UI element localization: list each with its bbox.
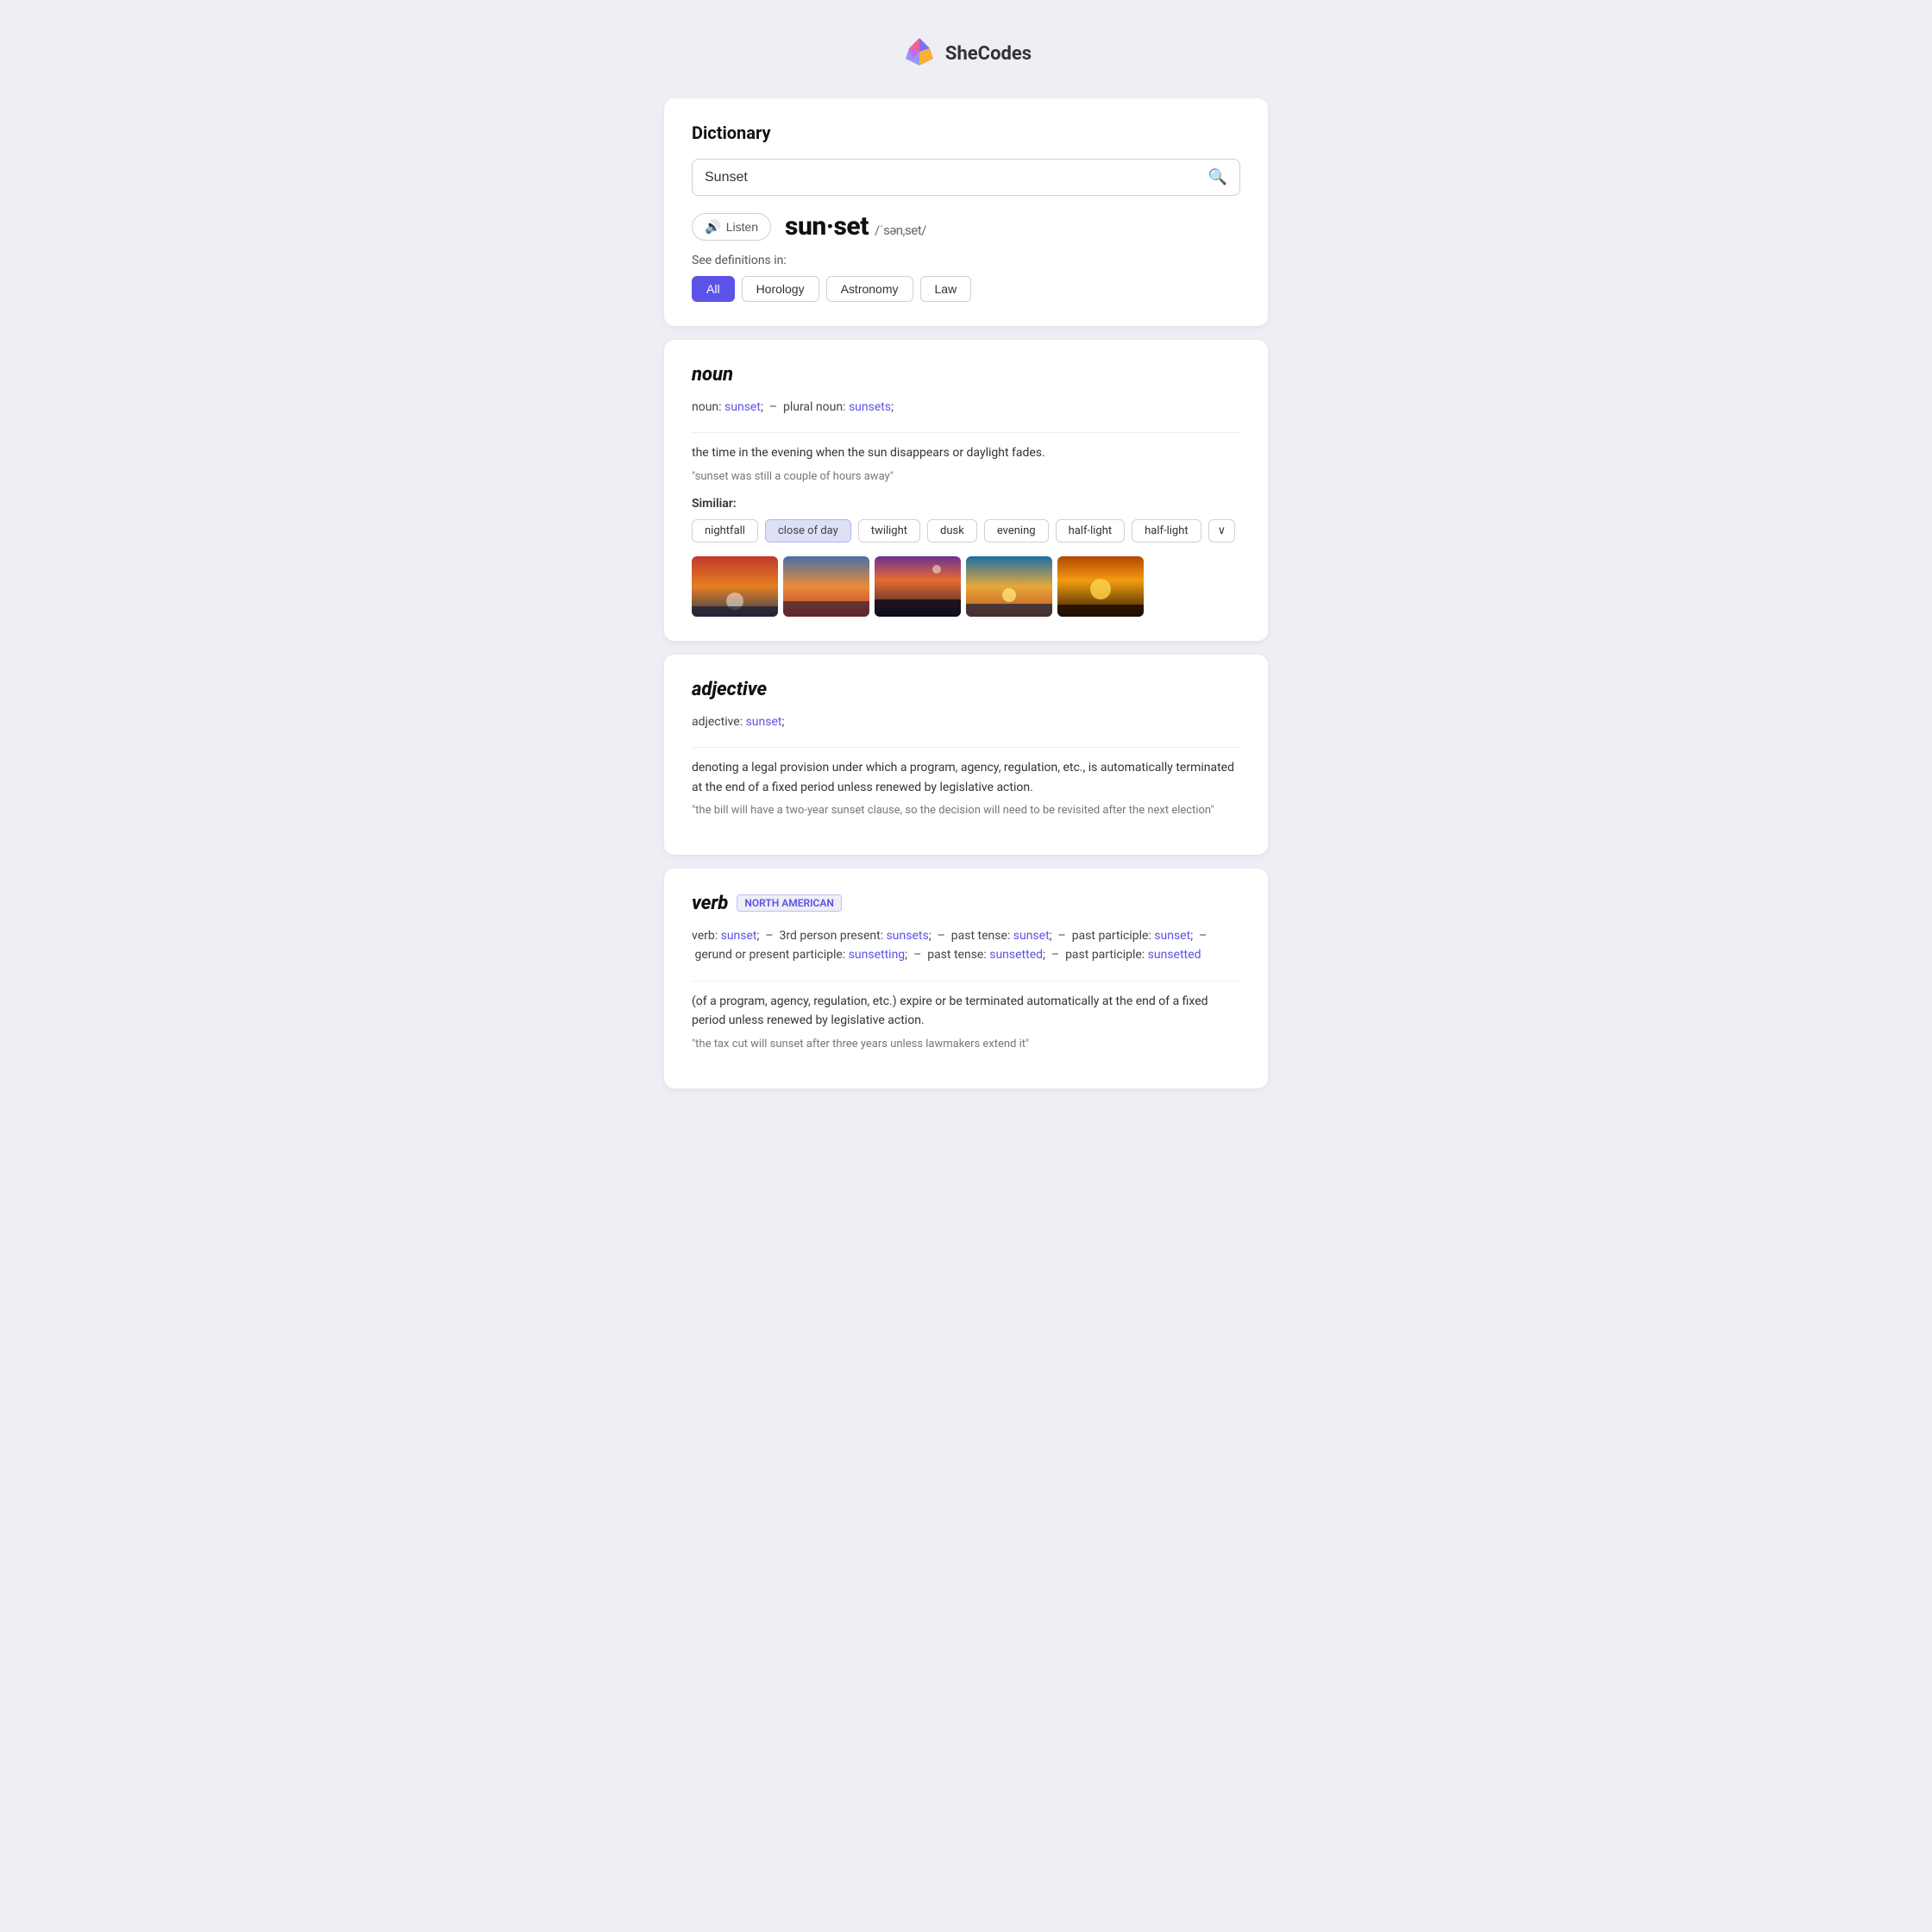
plural-form-link[interactable]: sunsets xyxy=(849,400,891,414)
verb-example: "the tax cut will sunset after three yea… xyxy=(692,1038,1240,1051)
divider-2 xyxy=(692,747,1240,748)
verb-pastpart-link[interactable]: sunset xyxy=(1154,929,1190,943)
noun-example: "sunset was still a couple of hours away… xyxy=(692,470,1240,483)
noun-pos: noun xyxy=(692,364,1240,386)
filter-law[interactable]: Law xyxy=(920,276,972,302)
filter-buttons: All Horology Astronomy Law xyxy=(692,276,1240,302)
search-input[interactable] xyxy=(705,170,1208,185)
tag-half-light-2[interactable]: half-light xyxy=(1132,519,1201,543)
filter-all[interactable]: All xyxy=(692,276,735,302)
tag-dusk[interactable]: dusk xyxy=(927,519,977,543)
adj-form-link[interactable]: sunset xyxy=(746,715,782,729)
noun-forms: noun: sunset; – plural noun: sunsets; xyxy=(692,398,1240,417)
adj-forms: adjective: sunset; xyxy=(692,712,1240,731)
similiar-tags: nightfall close of day twilight dusk eve… xyxy=(692,519,1240,543)
divider-1 xyxy=(692,432,1240,433)
adj-example: "the bill will have a two-year sunset cl… xyxy=(692,804,1240,817)
tag-more[interactable]: ∨ xyxy=(1208,519,1236,543)
definitions-label: See definitions in: xyxy=(692,254,1240,267)
dictionary-search-card: Dictionary 🔍 🔊 Listen sun·set /ˈsən,set/… xyxy=(664,98,1268,326)
sunset-image-1 xyxy=(692,556,778,617)
noun-form-link[interactable]: sunset xyxy=(724,400,761,414)
sunset-image-3 xyxy=(875,556,961,617)
verb-gerund-link[interactable]: sunsetting xyxy=(849,948,905,962)
sunset-image-2 xyxy=(783,556,869,617)
filter-astronomy[interactable]: Astronomy xyxy=(826,276,913,302)
tag-evening[interactable]: evening xyxy=(984,519,1049,543)
verb-card: verb NORTH AMERICAN verb: sunset; – 3rd … xyxy=(664,869,1268,1088)
similiar-label: Similiar: xyxy=(692,497,1240,511)
verb-form-link[interactable]: sunset xyxy=(721,929,757,943)
verb-past2-link[interactable]: sunsetted xyxy=(989,948,1043,962)
site-header: SheCodes xyxy=(17,34,1915,72)
verb-forms: verb: sunset; – 3rd person present: suns… xyxy=(692,926,1240,965)
north-american-badge: NORTH AMERICAN xyxy=(737,894,842,912)
speaker-icon: 🔊 xyxy=(705,219,721,235)
brand-name: SheCodes xyxy=(945,43,1032,65)
search-icon[interactable]: 🔍 xyxy=(1208,168,1227,186)
shecodes-logo-icon xyxy=(900,34,938,72)
tag-half-light-1[interactable]: half-light xyxy=(1056,519,1126,543)
tag-nightfall[interactable]: nightfall xyxy=(692,519,758,543)
sunset-images xyxy=(692,556,1240,617)
sunset-image-4 xyxy=(966,556,1052,617)
divider-3 xyxy=(692,981,1240,982)
verb-pos: verb xyxy=(692,893,728,914)
tag-twilight[interactable]: twilight xyxy=(858,519,920,543)
noun-card: noun noun: sunset; – plural noun: sunset… xyxy=(664,340,1268,641)
verb-3rd-link[interactable]: sunsets xyxy=(887,929,929,943)
filter-horology[interactable]: Horology xyxy=(742,276,819,302)
sunset-image-5 xyxy=(1057,556,1144,617)
verb-definition: (of a program, agency, regulation, etc.)… xyxy=(692,992,1240,1031)
main-container: Dictionary 🔍 🔊 Listen sun·set /ˈsən,set/… xyxy=(664,98,1268,1088)
adj-pos: adjective xyxy=(692,679,1240,700)
word-display: sun·set /ˈsən,set/ xyxy=(785,211,926,242)
adj-definition: denoting a legal provision under which a… xyxy=(692,758,1240,797)
noun-definition: the time in the evening when the sun dis… xyxy=(692,443,1240,462)
listen-label: Listen xyxy=(726,220,758,234)
tag-close-of-day[interactable]: close of day xyxy=(765,519,851,543)
search-box: 🔍 xyxy=(692,159,1240,196)
dictionary-title: Dictionary xyxy=(692,122,1240,143)
phonetic-text: /ˈsən,set/ xyxy=(875,223,926,238)
word-header: 🔊 Listen sun·set /ˈsən,set/ xyxy=(692,211,1240,242)
adjective-card: adjective adjective: sunset; denoting a … xyxy=(664,655,1268,855)
verb-pastpart2-link[interactable]: sunsetted xyxy=(1148,948,1201,962)
word-text: sun·set xyxy=(785,211,869,242)
verb-past-link[interactable]: sunset xyxy=(1013,929,1050,943)
listen-button[interactable]: 🔊 Listen xyxy=(692,213,771,241)
